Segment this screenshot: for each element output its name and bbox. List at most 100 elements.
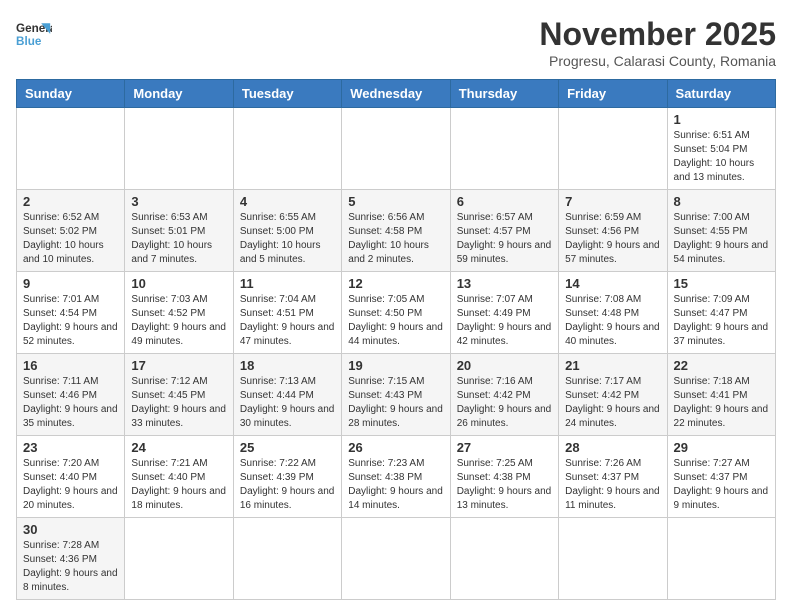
- col-header-sunday: Sunday: [17, 80, 125, 108]
- calendar-cell: 7 Sunrise: 6:59 AM Sunset: 4:56 PM Daylig…: [559, 190, 667, 272]
- calendar-cell: 6 Sunrise: 6:57 AM Sunset: 4:57 PM Daylig…: [450, 190, 558, 272]
- calendar-cell: 25 Sunrise: 7:22 AM Sunset: 4:39 PM Dayli…: [233, 436, 341, 518]
- col-header-saturday: Saturday: [667, 80, 775, 108]
- day-number: 12: [348, 276, 443, 291]
- calendar-cell: 18 Sunrise: 7:13 AM Sunset: 4:44 PM Dayli…: [233, 354, 341, 436]
- calendar-cell: 11 Sunrise: 7:04 AM Sunset: 4:51 PM Dayli…: [233, 272, 341, 354]
- day-info: Sunrise: 7:22 AM Sunset: 4:39 PM Dayligh…: [240, 457, 335, 513]
- col-header-monday: Monday: [125, 80, 233, 108]
- day-info: Sunrise: 7:05 AM Sunset: 4:50 PM Dayligh…: [348, 293, 443, 349]
- day-info: Sunrise: 6:53 AM Sunset: 5:01 PM Dayligh…: [131, 211, 226, 267]
- calendar-week-row: 30 Sunrise: 7:28 AM Sunset: 4:36 PM Dayli…: [17, 518, 776, 600]
- day-number: 6: [457, 194, 552, 209]
- calendar-cell: 10Sunrise: 7:03 AM Sunset: 4:52 PM Dayli…: [125, 272, 233, 354]
- day-number: 29: [674, 440, 769, 455]
- day-info: Sunrise: 6:59 AM Sunset: 4:56 PM Dayligh…: [565, 211, 660, 267]
- calendar-week-row: 23 Sunrise: 7:20 AM Sunset: 4:40 PM Dayli…: [17, 436, 776, 518]
- day-info: Sunrise: 7:00 AM Sunset: 4:55 PM Dayligh…: [674, 211, 769, 267]
- calendar-cell: 23 Sunrise: 7:20 AM Sunset: 4:40 PM Dayli…: [17, 436, 125, 518]
- day-number: 28: [565, 440, 660, 455]
- calendar-cell: [233, 108, 341, 190]
- calendar-cell: [125, 108, 233, 190]
- calendar-cell: 27 Sunrise: 7:25 AM Sunset: 4:38 PM Dayli…: [450, 436, 558, 518]
- calendar-cell: 24 Sunrise: 7:21 AM Sunset: 4:40 PM Dayli…: [125, 436, 233, 518]
- day-number: 1: [674, 112, 769, 127]
- calendar-cell: [450, 518, 558, 600]
- calendar-cell: 21Sunrise: 7:17 AM Sunset: 4:42 PM Dayli…: [559, 354, 667, 436]
- day-number: 2: [23, 194, 118, 209]
- logo-icon: General Blue: [16, 16, 52, 52]
- day-info: Sunrise: 7:27 AM Sunset: 4:37 PM Dayligh…: [674, 457, 769, 513]
- calendar-cell: 4Sunrise: 6:55 AM Sunset: 5:00 PM Daylig…: [233, 190, 341, 272]
- day-info: Sunrise: 7:08 AM Sunset: 4:48 PM Dayligh…: [565, 293, 660, 349]
- day-number: 11: [240, 276, 335, 291]
- day-info: Sunrise: 6:57 AM Sunset: 4:57 PM Dayligh…: [457, 211, 552, 267]
- calendar-cell: 8 Sunrise: 7:00 AM Sunset: 4:55 PM Daylig…: [667, 190, 775, 272]
- calendar-cell: 20 Sunrise: 7:16 AM Sunset: 4:42 PM Dayli…: [450, 354, 558, 436]
- header: General Blue November 2025 Progresu, Cal…: [16, 16, 776, 69]
- calendar-cell: [342, 518, 450, 600]
- calendar-cell: [17, 108, 125, 190]
- day-number: 22: [674, 358, 769, 373]
- day-number: 20: [457, 358, 552, 373]
- day-info: Sunrise: 7:21 AM Sunset: 4:40 PM Dayligh…: [131, 457, 226, 513]
- col-header-friday: Friday: [559, 80, 667, 108]
- day-info: Sunrise: 7:11 AM Sunset: 4:46 PM Dayligh…: [23, 375, 118, 431]
- calendar-cell: [559, 518, 667, 600]
- calendar-cell: 13Sunrise: 7:07 AM Sunset: 4:49 PM Dayli…: [450, 272, 558, 354]
- day-info: Sunrise: 7:23 AM Sunset: 4:38 PM Dayligh…: [348, 457, 443, 513]
- calendar-cell: [342, 108, 450, 190]
- calendar-cell: 30 Sunrise: 7:28 AM Sunset: 4:36 PM Dayli…: [17, 518, 125, 600]
- calendar-cell: 3Sunrise: 6:53 AM Sunset: 5:01 PM Daylig…: [125, 190, 233, 272]
- calendar-cell: 26 Sunrise: 7:23 AM Sunset: 4:38 PM Dayli…: [342, 436, 450, 518]
- day-number: 26: [348, 440, 443, 455]
- calendar-week-row: 1Sunrise: 6:51 AM Sunset: 5:04 PM Daylig…: [17, 108, 776, 190]
- day-info: Sunrise: 7:16 AM Sunset: 4:42 PM Dayligh…: [457, 375, 552, 431]
- day-info: Sunrise: 7:12 AM Sunset: 4:45 PM Dayligh…: [131, 375, 226, 431]
- day-number: 25: [240, 440, 335, 455]
- day-number: 27: [457, 440, 552, 455]
- calendar-cell: 9 Sunrise: 7:01 AM Sunset: 4:54 PM Daylig…: [17, 272, 125, 354]
- day-info: Sunrise: 7:20 AM Sunset: 4:40 PM Dayligh…: [23, 457, 118, 513]
- calendar: SundayMondayTuesdayWednesdayThursdayFrid…: [16, 79, 776, 600]
- day-info: Sunrise: 7:04 AM Sunset: 4:51 PM Dayligh…: [240, 293, 335, 349]
- day-number: 18: [240, 358, 335, 373]
- calendar-cell: 5Sunrise: 6:56 AM Sunset: 4:58 PM Daylig…: [342, 190, 450, 272]
- calendar-cell: 29 Sunrise: 7:27 AM Sunset: 4:37 PM Dayli…: [667, 436, 775, 518]
- col-header-wednesday: Wednesday: [342, 80, 450, 108]
- title-area: November 2025 Progresu, Calarasi County,…: [539, 16, 776, 69]
- col-header-thursday: Thursday: [450, 80, 558, 108]
- day-number: 9: [23, 276, 118, 291]
- day-number: 23: [23, 440, 118, 455]
- day-info: Sunrise: 7:18 AM Sunset: 4:41 PM Dayligh…: [674, 375, 769, 431]
- day-info: Sunrise: 6:56 AM Sunset: 4:58 PM Dayligh…: [348, 211, 443, 267]
- calendar-header-row: SundayMondayTuesdayWednesdayThursdayFrid…: [17, 80, 776, 108]
- day-info: Sunrise: 7:03 AM Sunset: 4:52 PM Dayligh…: [131, 293, 226, 349]
- day-info: Sunrise: 7:13 AM Sunset: 4:44 PM Dayligh…: [240, 375, 335, 431]
- calendar-cell: 28 Sunrise: 7:26 AM Sunset: 4:37 PM Dayli…: [559, 436, 667, 518]
- calendar-week-row: 9 Sunrise: 7:01 AM Sunset: 4:54 PM Daylig…: [17, 272, 776, 354]
- day-number: 17: [131, 358, 226, 373]
- day-number: 30: [23, 522, 118, 537]
- day-number: 8: [674, 194, 769, 209]
- day-info: Sunrise: 7:07 AM Sunset: 4:49 PM Dayligh…: [457, 293, 552, 349]
- calendar-cell: [667, 518, 775, 600]
- calendar-cell: [559, 108, 667, 190]
- calendar-cell: 15Sunrise: 7:09 AM Sunset: 4:47 PM Dayli…: [667, 272, 775, 354]
- day-number: 7: [565, 194, 660, 209]
- month-title: November 2025: [539, 16, 776, 53]
- day-info: Sunrise: 7:15 AM Sunset: 4:43 PM Dayligh…: [348, 375, 443, 431]
- logo: General Blue: [16, 16, 52, 52]
- calendar-cell: 2Sunrise: 6:52 AM Sunset: 5:02 PM Daylig…: [17, 190, 125, 272]
- day-info: Sunrise: 7:25 AM Sunset: 4:38 PM Dayligh…: [457, 457, 552, 513]
- calendar-cell: 22 Sunrise: 7:18 AM Sunset: 4:41 PM Dayli…: [667, 354, 775, 436]
- calendar-cell: 14Sunrise: 7:08 AM Sunset: 4:48 PM Dayli…: [559, 272, 667, 354]
- col-header-tuesday: Tuesday: [233, 80, 341, 108]
- day-number: 15: [674, 276, 769, 291]
- day-info: Sunrise: 7:26 AM Sunset: 4:37 PM Dayligh…: [565, 457, 660, 513]
- day-info: Sunrise: 6:55 AM Sunset: 5:00 PM Dayligh…: [240, 211, 335, 267]
- day-number: 16: [23, 358, 118, 373]
- day-number: 24: [131, 440, 226, 455]
- day-info: Sunrise: 7:01 AM Sunset: 4:54 PM Dayligh…: [23, 293, 118, 349]
- day-info: Sunrise: 7:28 AM Sunset: 4:36 PM Dayligh…: [23, 539, 118, 595]
